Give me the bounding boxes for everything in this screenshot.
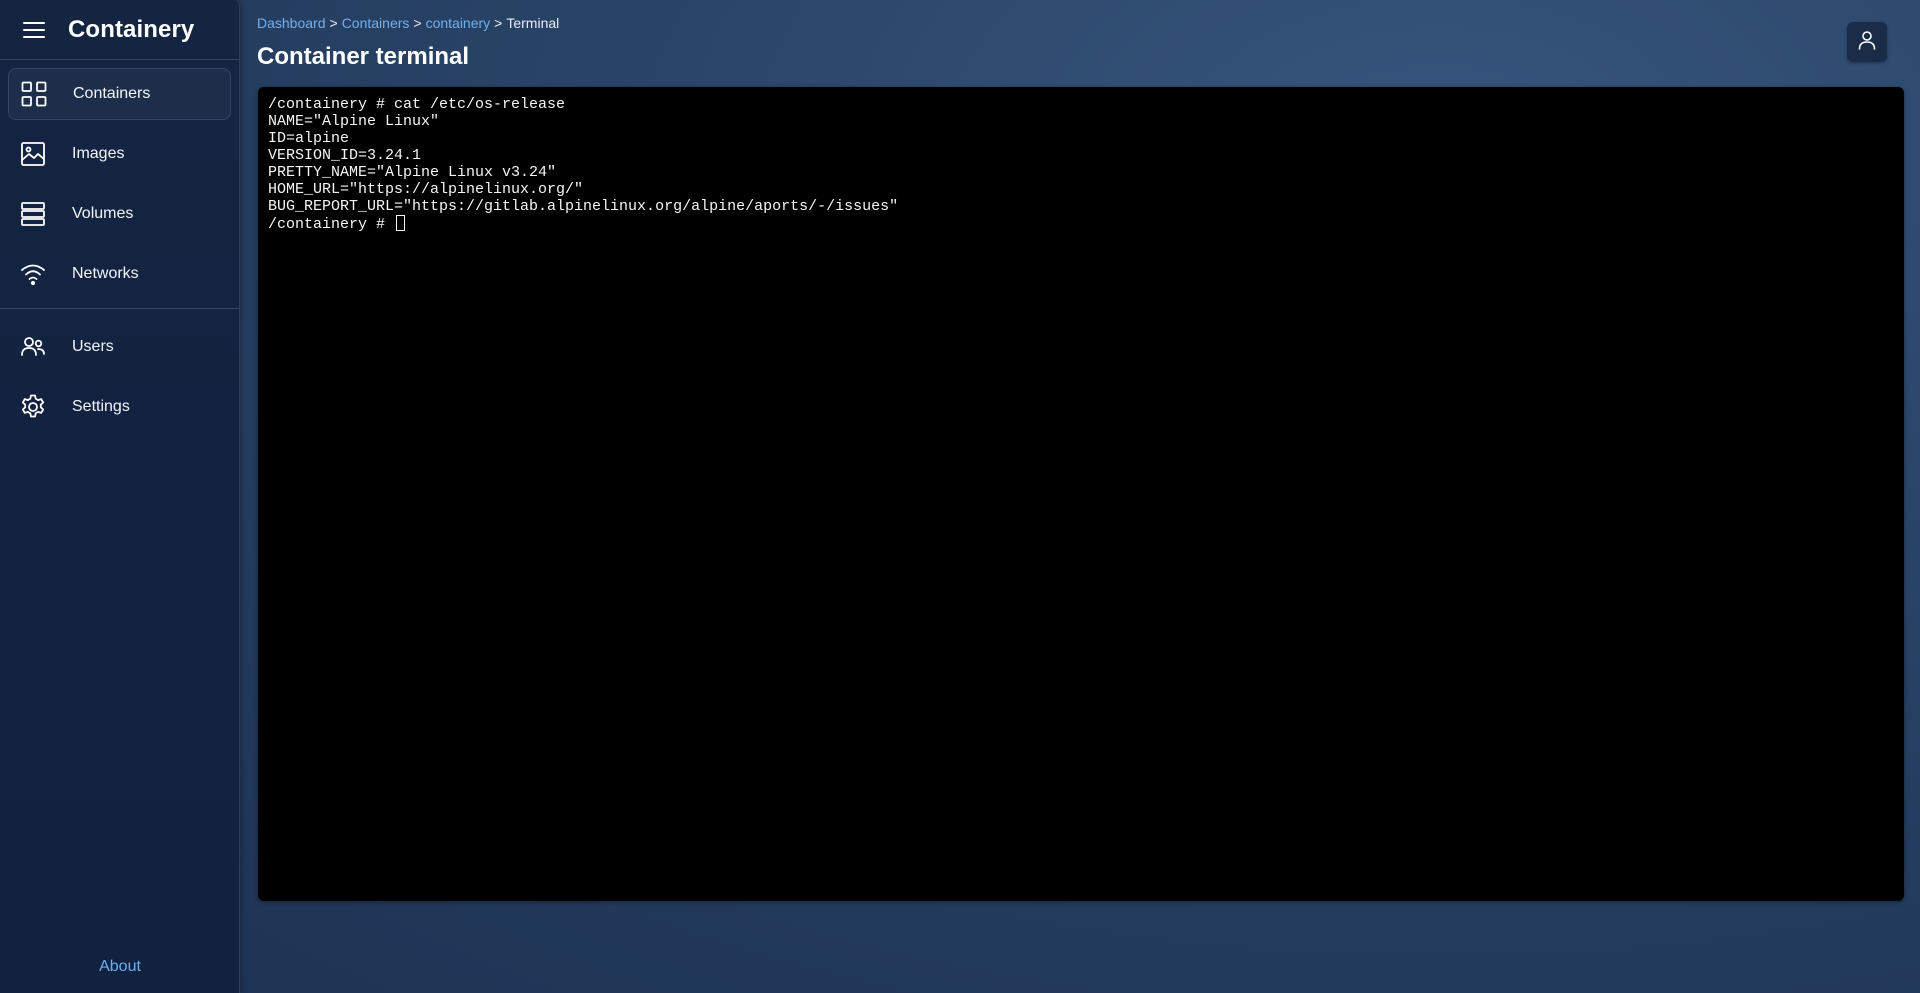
grid-icon — [21, 81, 47, 107]
terminal-line: NAME="Alpine Linux" — [268, 113, 440, 130]
sidebar-item-networks[interactable]: Networks — [8, 248, 231, 300]
breadcrumb-separator: > — [494, 15, 503, 31]
stack-icon — [20, 201, 46, 227]
sidebar-item-users[interactable]: Users — [8, 321, 231, 373]
sidebar-item-label: Networks — [72, 265, 139, 282]
breadcrumb-separator: > — [413, 15, 422, 31]
breadcrumb: Dashboard > Containers > containery > Terminal — [257, 15, 559, 31]
about-link[interactable]: About — [0, 958, 240, 976]
sidebar-item-images[interactable]: Images — [8, 128, 231, 180]
users-icon — [20, 334, 46, 360]
terminal-line: ID=alpine — [268, 130, 350, 147]
menu-icon[interactable] — [22, 18, 46, 42]
sidebar-header: Containery — [0, 0, 239, 60]
sidebar-nav: Containers Images Volumes Networks Users… — [0, 60, 239, 433]
sidebar: Containery Containers Images Volumes Net… — [0, 0, 240, 993]
wifi-icon — [20, 261, 46, 287]
breadcrumb-current: Terminal — [506, 15, 560, 31]
terminal-line: VERSION_ID=3.24.1 — [268, 147, 422, 164]
breadcrumb-container[interactable]: containery — [426, 15, 491, 31]
breadcrumb-dashboard[interactable]: Dashboard — [257, 15, 326, 31]
sidebar-item-label: Images — [72, 145, 125, 162]
sidebar-item-label: Settings — [72, 398, 130, 415]
terminal[interactable]: /containery # cat /etc/os-release NAME="… — [258, 87, 1904, 901]
user-menu-button[interactable] — [1847, 22, 1887, 62]
user-icon — [1857, 30, 1877, 55]
image-icon — [20, 141, 46, 167]
gear-icon — [20, 394, 46, 420]
app-title: Containery — [68, 15, 195, 43]
page-title: Container terminal — [257, 43, 470, 70]
terminal-line: PRETTY_NAME="Alpine Linux v3.24" — [268, 164, 557, 181]
sidebar-item-containers[interactable]: Containers — [8, 68, 231, 120]
sidebar-divider — [0, 308, 239, 309]
terminal-line: BUG_REPORT_URL="https://gitlab.alpinelin… — [268, 198, 899, 215]
sidebar-item-label: Users — [72, 338, 114, 355]
terminal-prompt: /containery # — [268, 216, 395, 233]
sidebar-item-settings[interactable]: Settings — [8, 381, 231, 433]
breadcrumb-separator: > — [329, 15, 338, 31]
sidebar-item-volumes[interactable]: Volumes — [8, 188, 231, 240]
terminal-prompt-line[interactable]: /containery # — [268, 215, 1894, 233]
terminal-cursor — [396, 215, 406, 231]
terminal-line: /containery # cat /etc/os-release — [268, 96, 566, 113]
sidebar-item-label: Containers — [73, 85, 151, 102]
breadcrumb-containers[interactable]: Containers — [342, 15, 410, 31]
terminal-line: HOME_URL="https://alpinelinux.org/" — [268, 181, 584, 198]
sidebar-item-label: Volumes — [72, 205, 134, 222]
